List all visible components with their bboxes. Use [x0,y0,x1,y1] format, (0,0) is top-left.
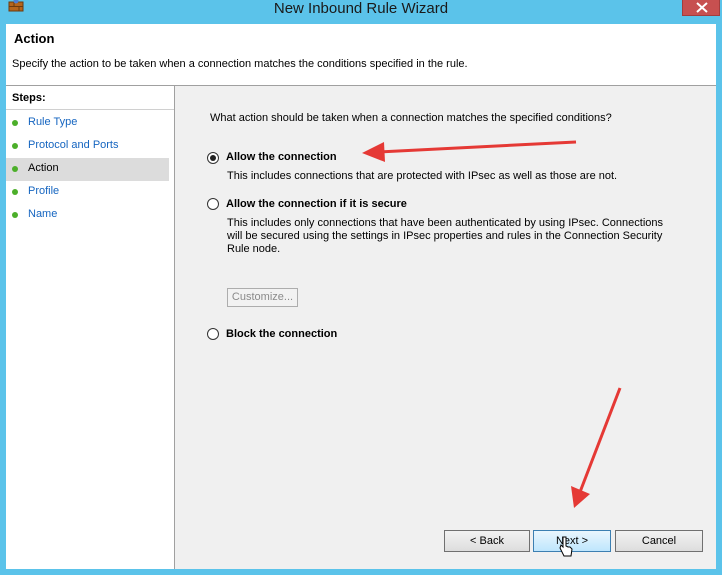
mouse-pointer-icon [559,536,573,557]
red-arrow-icon [571,387,622,508]
red-arrow-icon [362,140,577,162]
annotation-arrows [362,140,622,508]
